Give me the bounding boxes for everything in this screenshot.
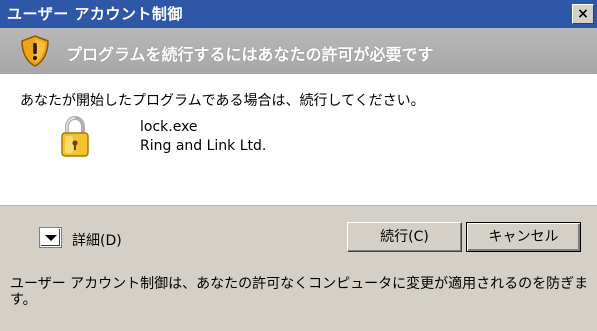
action-bar: 詳細(D) 続行(C) キャンセル (0, 205, 597, 267)
program-name: lock.exe (140, 119, 198, 135)
details-toggle-button[interactable] (40, 228, 61, 247)
lock-icon (61, 115, 89, 157)
program-publisher: Ring and Link Ltd. (140, 138, 267, 154)
close-button[interactable]: × (572, 4, 594, 24)
window-title: ユーザー アカウント制御 (7, 5, 183, 23)
continue-button[interactable]: 続行(C) (347, 222, 462, 252)
instruction-text: あなたが開始したプログラムである場合は、続行してください。 (20, 93, 425, 109)
footer-description: ユーザー アカウント制御は、あなたの許可なくコンピュータに変更が適用されるのを防… (10, 276, 589, 308)
footer: ユーザー アカウント制御は、あなたの許可なくコンピュータに変更が適用されるのを防… (0, 266, 597, 331)
details-label[interactable]: 詳細(D) (72, 230, 122, 250)
consent-banner: プログラムを続行するにはあなたの許可が必要です (0, 28, 597, 74)
title-bar: ユーザー アカウント制御 × (0, 0, 597, 29)
banner-heading: プログラムを続行するにはあなたの許可が必要です (66, 45, 434, 64)
cancel-button[interactable]: キャンセル (466, 222, 581, 252)
uac-shield-icon (21, 35, 49, 67)
